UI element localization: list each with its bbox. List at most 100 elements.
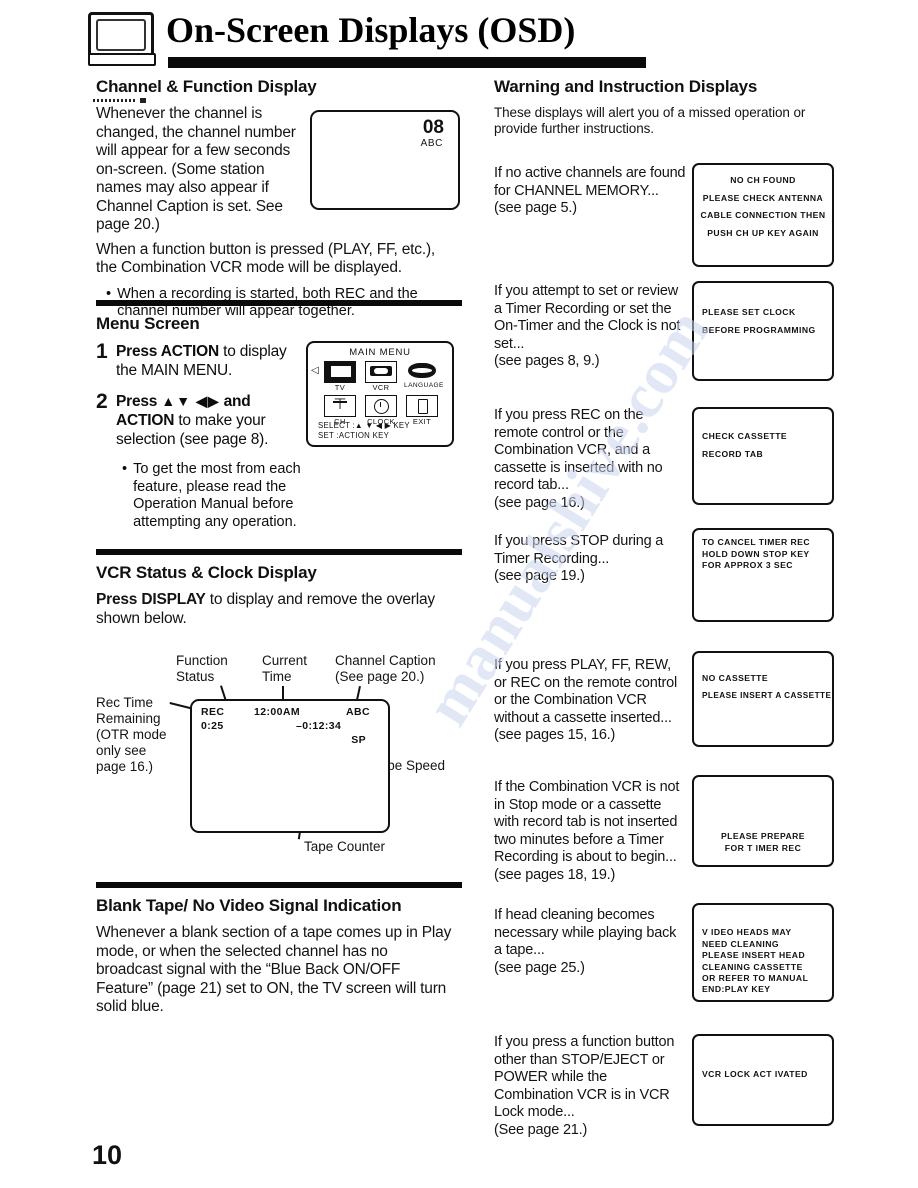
manual-page: On-Screen Displays (OSD) Channel & Funct…	[0, 0, 918, 1188]
osd-line: PLEASE SET CLOCK	[702, 307, 796, 317]
osd-display-box: PLEASE SET CLOCK BEFORE PROGRAMMING	[692, 281, 834, 381]
main-menu-footer: SELECT :▲ ▼ ◀ ▶ KEY SET :ACTION KEY	[318, 421, 410, 440]
osd-line: NO CASSETTE	[702, 673, 769, 683]
paragraph: When a function button is pressed (PLAY,…	[96, 240, 436, 277]
osd-line: CABLE CONNECTION THEN	[700, 210, 826, 220]
warning-item: If you press STOP during a Timer Recordi…	[494, 528, 834, 657]
step-1-action: Press ACTION	[116, 343, 219, 360]
menu-item-tv[interactable]: TV	[322, 361, 358, 392]
warning-item: If head cleaning becomes necessary while…	[494, 903, 834, 1034]
paragraph: Whenever the channel is changed, the cha…	[96, 105, 296, 233]
cassette-icon	[365, 361, 397, 383]
osd-display-box: NO CH FOUND PLEASE CHECK ANTENNA CABLE C…	[692, 163, 834, 267]
step-2: 2 Press ▲▼ ◀▶ and ACTION to make your se…	[96, 390, 306, 449]
step-2-action: ACTION	[116, 412, 175, 429]
warning-item: If you press a function button other tha…	[494, 1034, 834, 1144]
osd-channel-number: 08	[422, 117, 444, 138]
osd-display-box: V IDEO HEADS MAY NEED CLEANING PLEASE IN…	[692, 903, 834, 1002]
section-divider	[96, 549, 462, 555]
osd-display-box: VCR LOCK ACT IVATED	[692, 1034, 834, 1126]
menu-item-vcr[interactable]: VCR	[363, 361, 399, 392]
warning-text: If you press REC on the remote control o…	[494, 407, 663, 511]
warning-text: If you press PLAY, FF, REW, or REC on th…	[494, 657, 677, 743]
tv-icon	[324, 361, 356, 383]
overlay-clock: 12:00AM	[254, 706, 300, 718]
menu-item-label: TV	[334, 383, 346, 392]
section-heading: Channel & Function Display	[96, 77, 317, 96]
warning-text: If no active channels are found for CHAN…	[494, 165, 686, 216]
channel-display-screen: 08 ABC	[310, 110, 460, 210]
antenna-icon	[324, 395, 356, 417]
osd-line: TO CANCEL TIMER REC	[702, 537, 811, 547]
dpad-arrows-icon: ▲▼ ◀▶	[161, 393, 220, 409]
warning-item: If you attempt to set or review a Timer …	[494, 281, 834, 407]
overlay-caption: ABC	[346, 706, 370, 718]
callout-current-time: Current Time	[262, 653, 308, 684]
tv-monitor-icon	[88, 12, 156, 103]
press-display-bold: Press DISPLAY	[96, 591, 206, 608]
bullet-dot: •	[122, 461, 128, 477]
osd-line: PLEASE INSERT HEAD	[702, 950, 806, 960]
osd-line: PLEASE INSERT A CASSETTE	[702, 690, 832, 700]
section-blank-tape: Blank Tape/ No Video Signal Indication W…	[96, 895, 462, 1017]
warning-item: If you press PLAY, FF, REW, or REC on th…	[494, 651, 834, 779]
osd-line: RECORD TAB	[702, 448, 764, 459]
osd-display-box: PLEASE PREPARE FOR T IMER REC	[692, 775, 834, 867]
overlay-status: REC	[201, 706, 225, 718]
section-menu-screen: Menu Screen 1 Press ACTION to display th…	[96, 313, 462, 549]
paragraph: Press DISPLAY to display and remove the …	[96, 591, 446, 628]
menu-cursor-icon: ◁	[311, 365, 319, 376]
menu-item-label: LANGUAGE	[404, 382, 444, 389]
door-icon	[406, 395, 438, 417]
warning-text: If you press a function button other tha…	[494, 1034, 675, 1138]
callout-rec-time-remaining: Rec Time Remaining (OTR mode only see pa…	[96, 695, 167, 774]
clock-icon	[365, 395, 397, 417]
osd-line: CLEANING CASSETTE	[702, 961, 803, 972]
warning-text: If the Combination VCR is not in Stop mo…	[494, 779, 680, 883]
step-1: 1 Press ACTION to display the MAIN MENU.	[96, 341, 296, 380]
osd-line: END:PLAY KEY	[702, 984, 771, 994]
section-channel-function: Channel & Function Display Whenever the …	[96, 76, 462, 319]
callout-channel-caption: Channel Caption (See page 20.)	[335, 653, 436, 684]
osd-display-box: CHECK CASSETTE RECORD TAB	[692, 407, 834, 505]
osd-line: HOLD DOWN STOP KEY	[702, 548, 810, 559]
main-menu-screen: MAIN MENU ◁ TV VCR LANGUAGE ⊤ CH CLOCK E…	[306, 341, 454, 447]
menu-footer-set: SET :ACTION KEY	[318, 430, 390, 440]
section-heading: Menu Screen	[96, 314, 200, 333]
mouth-icon	[407, 361, 437, 381]
overlay-rec-remaining: 0:25	[201, 720, 224, 732]
overlay-tape-speed: SP	[351, 734, 366, 746]
section-vcr-status: VCR Status & Clock Display Press DISPLAY…	[96, 562, 462, 862]
osd-line: VCR LOCK ACT IVATED	[702, 1069, 808, 1079]
osd-display-box: NO CASSETTE PLEASE INSERT A CASSETTE	[692, 651, 834, 747]
osd-line: V IDEO HEADS MAY	[702, 927, 792, 937]
page-header: On-Screen Displays (OSD)	[88, 8, 648, 103]
osd-line: CHECK CASSETTE	[702, 431, 788, 441]
step-number: 2	[96, 390, 108, 413]
callout-tape-counter: Tape Counter	[304, 839, 386, 854]
warning-text: If you attempt to set or review a Timer …	[494, 283, 681, 369]
section-heading: Warning and Instruction Displays	[494, 77, 758, 96]
osd-line: PUSH CH UP KEY AGAIN	[707, 227, 819, 238]
osd-line: BEFORE PROGRAMMING	[702, 324, 816, 335]
warning-item: If the Combination VCR is not in Stop mo…	[494, 775, 834, 907]
osd-line: FOR APPROX 3 SEC	[702, 560, 793, 570]
menu-item-language[interactable]: LANGUAGE	[404, 361, 444, 392]
warning-text: If head cleaning becomes necessary while…	[494, 907, 677, 976]
paragraph: Whenever a blank section of a tape comes…	[96, 924, 452, 1015]
menu-item-label: VCR	[372, 383, 390, 392]
osd-line: NO CH FOUND	[730, 175, 796, 185]
osd-line: FOR T IMER REC	[724, 842, 802, 853]
menu-footer-select: SELECT :▲ ▼ ◀ ▶ KEY	[318, 421, 410, 430]
header-rule	[168, 57, 646, 68]
vcr-status-overlay-screen: REC 0:25 12:00AM ABC –0:12:34 SP	[190, 699, 390, 833]
osd-display-box: TO CANCEL TIMER REC HOLD DOWN STOP KEY F…	[692, 528, 834, 622]
step-2-press: Press	[116, 393, 162, 410]
section-divider	[96, 882, 462, 888]
section-heading: VCR Status & Clock Display	[96, 563, 317, 582]
right-column: Warning and Instruction Displays These d…	[494, 76, 834, 1144]
left-column: Channel & Function Display Whenever the …	[96, 76, 462, 1023]
callout-function-status: Function Status	[176, 653, 228, 684]
warning-text: If you press STOP during a Timer Recordi…	[494, 533, 664, 584]
step-2-and: and	[219, 393, 251, 410]
